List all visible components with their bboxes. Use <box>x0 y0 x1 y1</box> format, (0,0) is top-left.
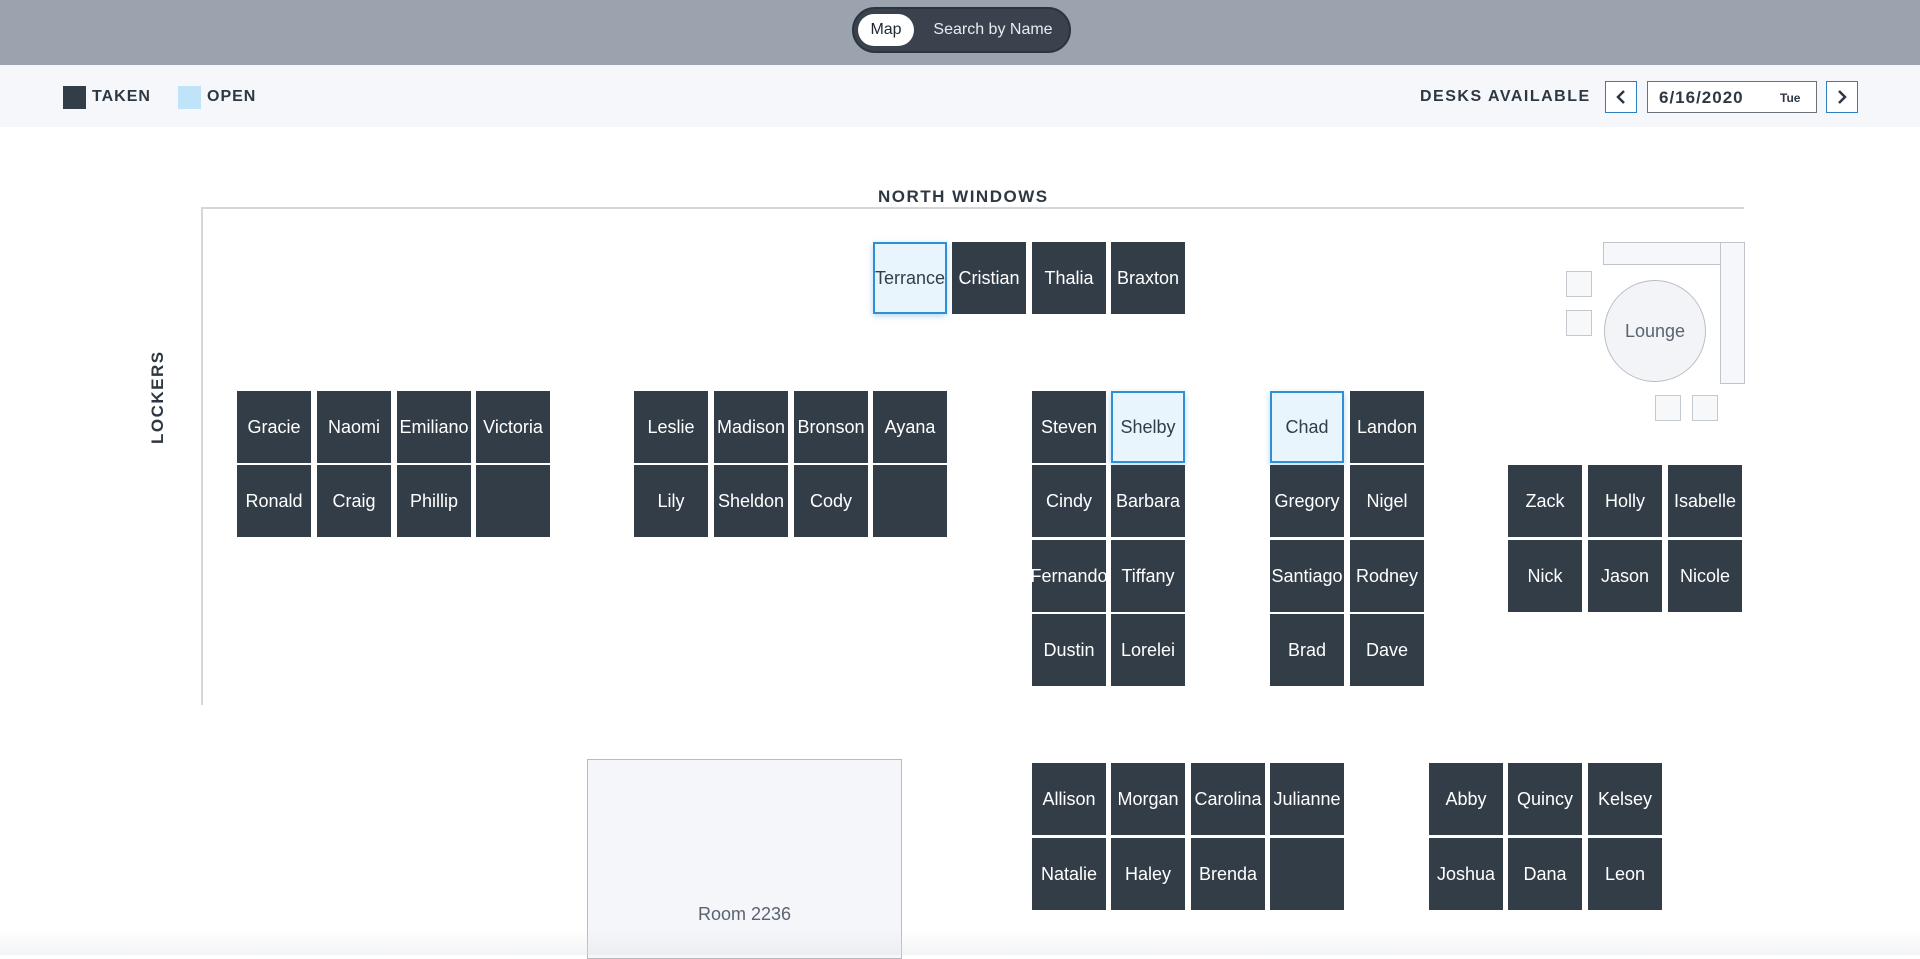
next-day-button[interactable] <box>1826 81 1858 113</box>
desk-brad[interactable]: Brad <box>1270 614 1344 686</box>
desk-natalie[interactable]: Natalie <box>1032 838 1106 910</box>
top-bar: Map Search by Name <box>0 0 1920 65</box>
open-legend-label: OPEN <box>207 88 257 105</box>
desk-tiffany[interactable]: Tiffany <box>1111 540 1185 612</box>
desk-braxton[interactable]: Braxton <box>1111 242 1185 314</box>
lounge-seat <box>1655 395 1681 421</box>
weekday-value: Tue <box>1780 91 1801 105</box>
taken-legend-label: TAKEN <box>92 88 151 105</box>
desk-terrance[interactable]: Terrance <box>873 242 947 314</box>
desk-morgan[interactable]: Morgan <box>1111 763 1185 835</box>
previous-day-button[interactable] <box>1605 81 1637 113</box>
desk-holly[interactable]: Holly <box>1588 465 1662 537</box>
desk-isabelle[interactable]: Isabelle <box>1668 465 1742 537</box>
desk-ayana[interactable]: Ayana <box>873 391 947 463</box>
lounge-table: Lounge <box>1604 280 1706 382</box>
desks-available-label: DESKS AVAILABLE <box>1420 88 1591 105</box>
desk-craig[interactable]: Craig <box>317 465 391 537</box>
desk-phillip[interactable]: Phillip <box>397 465 471 537</box>
desk-emiliano[interactable]: Emiliano <box>397 391 471 463</box>
desk-lily[interactable]: Lily <box>634 465 708 537</box>
desk-kelsey[interactable]: Kelsey <box>1588 763 1662 835</box>
north-windows-label: NORTH WINDOWS <box>878 187 1049 206</box>
desk-gregory[interactable]: Gregory <box>1270 465 1344 537</box>
desk-barbara[interactable]: Barbara <box>1111 465 1185 537</box>
desk-steven[interactable]: Steven <box>1032 391 1106 463</box>
desk-chad[interactable]: Chad <box>1270 391 1344 463</box>
desk-nicole[interactable]: Nicole <box>1668 540 1742 612</box>
desk-nigel[interactable]: Nigel <box>1350 465 1424 537</box>
desk-bronson[interactable]: Bronson <box>794 391 868 463</box>
room-label: Room 2236 <box>697 904 792 924</box>
desk-cristian[interactable]: Cristian <box>952 242 1026 314</box>
desk-gracie[interactable]: Gracie <box>237 391 311 463</box>
desk-rodney[interactable]: Rodney <box>1350 540 1424 612</box>
desk-landon[interactable]: Landon <box>1350 391 1424 463</box>
desk-madison[interactable]: Madison <box>714 391 788 463</box>
chevron-right-icon <box>1838 90 1847 104</box>
desk-brenda[interactable]: Brenda <box>1191 838 1265 910</box>
lounge-counter-side <box>1720 242 1745 384</box>
desk-lorelei[interactable]: Lorelei <box>1111 614 1185 686</box>
desk-thalia[interactable]: Thalia <box>1032 242 1106 314</box>
desk-sheldon[interactable]: Sheldon <box>714 465 788 537</box>
desk-fernando[interactable]: Fernando <box>1032 540 1106 612</box>
desk-haley[interactable]: Haley <box>1111 838 1185 910</box>
desk-naomi[interactable]: Naomi <box>317 391 391 463</box>
room-2236[interactable]: Room 2236 <box>587 759 902 959</box>
map-view-button[interactable]: Map <box>858 14 914 46</box>
west-wall <box>201 207 203 705</box>
lounge-seat <box>1692 395 1718 421</box>
desk-nick[interactable]: Nick <box>1508 540 1582 612</box>
desk-unassigned[interactable] <box>1270 838 1344 910</box>
chevron-left-icon <box>1616 90 1625 104</box>
taken-swatch <box>63 86 86 109</box>
desk-carolina[interactable]: Carolina <box>1191 763 1265 835</box>
desk-jason[interactable]: Jason <box>1588 540 1662 612</box>
desk-dustin[interactable]: Dustin <box>1032 614 1106 686</box>
desk-unassigned[interactable] <box>873 465 947 537</box>
desk-allison[interactable]: Allison <box>1032 763 1106 835</box>
lounge-seat <box>1566 271 1592 297</box>
desk-quincy[interactable]: Quincy <box>1508 763 1582 835</box>
desk-joshua[interactable]: Joshua <box>1429 838 1503 910</box>
lounge-label: Lounge <box>1624 320 1686 341</box>
desk-cody[interactable]: Cody <box>794 465 868 537</box>
desk-julianne[interactable]: Julianne <box>1270 763 1344 835</box>
desk-ronald[interactable]: Ronald <box>237 465 311 537</box>
search-by-name-button[interactable]: Search by Name <box>922 14 1064 46</box>
desk-leon[interactable]: Leon <box>1588 838 1662 910</box>
desk-victoria[interactable]: Victoria <box>476 391 550 463</box>
lounge-seat <box>1566 310 1592 336</box>
date-field[interactable]: 6/16/2020 Tue <box>1647 81 1817 113</box>
desk-dana[interactable]: Dana <box>1508 838 1582 910</box>
desk-leslie[interactable]: Leslie <box>634 391 708 463</box>
desk-abby[interactable]: Abby <box>1429 763 1503 835</box>
north-wall <box>201 207 1744 209</box>
date-value: 6/16/2020 <box>1659 88 1744 107</box>
desk-zack[interactable]: Zack <box>1508 465 1582 537</box>
desk-cindy[interactable]: Cindy <box>1032 465 1106 537</box>
bottom-fade <box>0 930 1920 955</box>
view-toggle: Map Search by Name <box>852 7 1071 53</box>
desk-unassigned[interactable] <box>476 465 550 537</box>
desk-dave[interactable]: Dave <box>1350 614 1424 686</box>
desk-santiago[interactable]: Santiago <box>1270 540 1344 612</box>
lockers-label: LOCKERS <box>148 350 167 444</box>
desk-shelby[interactable]: Shelby <box>1111 391 1185 463</box>
open-swatch <box>178 86 201 109</box>
